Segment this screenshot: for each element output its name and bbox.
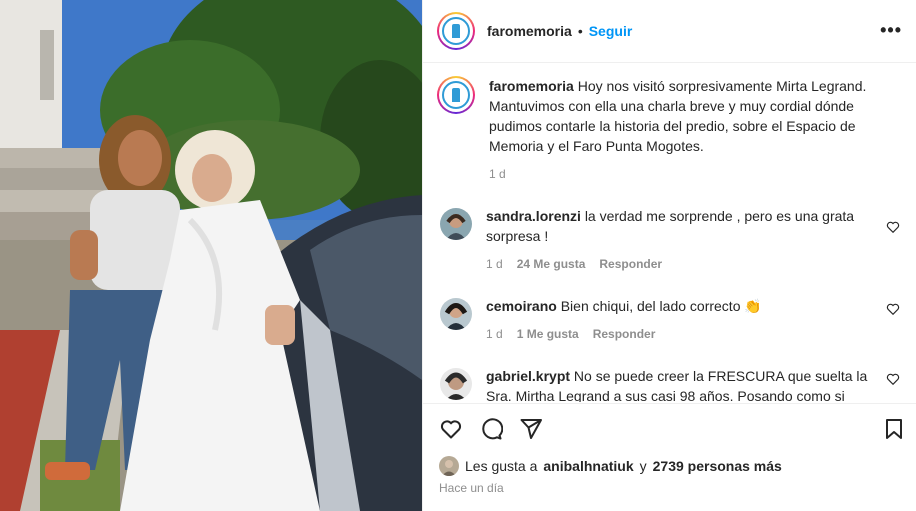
caption-username[interactable]: faromemoria (489, 78, 574, 94)
avatar-inner (439, 14, 473, 48)
post-photo[interactable] (0, 0, 422, 511)
avatar-inner (439, 78, 473, 112)
like-comment-heart-icon[interactable] (886, 302, 900, 316)
more-options-icon[interactable]: ••• (880, 20, 902, 41)
comment-item: cemoirano Bien chiqui, del lado correcto… (437, 296, 900, 344)
follow-button[interactable]: Seguir (589, 23, 633, 39)
likes-others-link[interactable]: 2739 personas más (653, 458, 782, 474)
liker-username[interactable]: anibalhnatiuk (543, 458, 633, 474)
comment-username[interactable]: sandra.lorenzi (486, 208, 581, 224)
comment-item: gabriel.krypt No se puede creer la FRESC… (437, 366, 900, 402)
like-comment-heart-icon[interactable] (886, 372, 900, 386)
like-heart-icon[interactable] (439, 417, 463, 441)
lighthouse-logo-icon (442, 81, 470, 109)
comment-username[interactable]: gabriel.krypt (486, 368, 570, 384)
like-comment-heart-icon[interactable] (886, 220, 900, 234)
comment-text: Bien chiqui, del lado correcto 👏 (560, 298, 762, 314)
caption-meta: 1 d (489, 164, 879, 184)
post-actions (423, 403, 916, 453)
share-send-icon[interactable] (519, 417, 543, 441)
comment-body: sandra.lorenzi la verdad me sorprende , … (486, 206, 876, 274)
comment-meta: 1 d 1 Me gusta Responder (486, 324, 876, 344)
caption-time[interactable]: 1 d (489, 164, 506, 184)
comments-list[interactable]: faromemoria Hoy nos visitó sorpresivamen… (423, 64, 916, 402)
liker-avatar[interactable] (439, 456, 459, 476)
reply-button[interactable]: Responder (599, 254, 662, 274)
post-caption: faromemoria Hoy nos visitó sorpresivamen… (437, 76, 900, 184)
caption-avatar[interactable] (437, 76, 475, 114)
comment-body: gabriel.krypt No se puede creer la FRESC… (486, 366, 876, 402)
commenter-avatar[interactable] (440, 368, 472, 400)
header-username[interactable]: faromemoria (487, 23, 572, 39)
comment-item: sandra.lorenzi la verdad me sorprende , … (437, 206, 900, 274)
caption-body: faromemoria Hoy nos visitó sorpresivamen… (489, 76, 879, 184)
comment-time[interactable]: 1 d (486, 324, 503, 344)
post-header: faromemoria • Seguir ••• (423, 0, 916, 63)
comment-meta: 1 d 24 Me gusta Responder (486, 254, 876, 274)
likes-prefix: Les gusta a (465, 458, 538, 474)
lighthouse-logo-icon (442, 17, 470, 45)
commenter-avatar[interactable] (440, 298, 472, 330)
commenter-avatar[interactable] (440, 208, 472, 240)
header-separator: • (577, 23, 583, 39)
post-timestamp[interactable]: Hace un día (439, 481, 504, 495)
save-bookmark-icon[interactable] (882, 417, 906, 441)
likes-summary: Les gusta a anibalhnatiuk y 2739 persona… (439, 456, 782, 476)
comment-username[interactable]: cemoirano (486, 298, 557, 314)
likes-connector: y (639, 458, 647, 474)
comment-likes[interactable]: 24 Me gusta (517, 254, 586, 274)
comment-time[interactable]: 1 d (486, 254, 503, 274)
comment-body: cemoirano Bien chiqui, del lado correcto… (486, 296, 876, 344)
comment-bubble-icon[interactable] (479, 417, 503, 441)
comment-likes[interactable]: 1 Me gusta (517, 324, 579, 344)
post-panel: faromemoria • Seguir ••• faromemoria Hoy… (422, 0, 916, 511)
reply-button[interactable]: Responder (593, 324, 656, 344)
profile-avatar[interactable] (437, 12, 475, 50)
